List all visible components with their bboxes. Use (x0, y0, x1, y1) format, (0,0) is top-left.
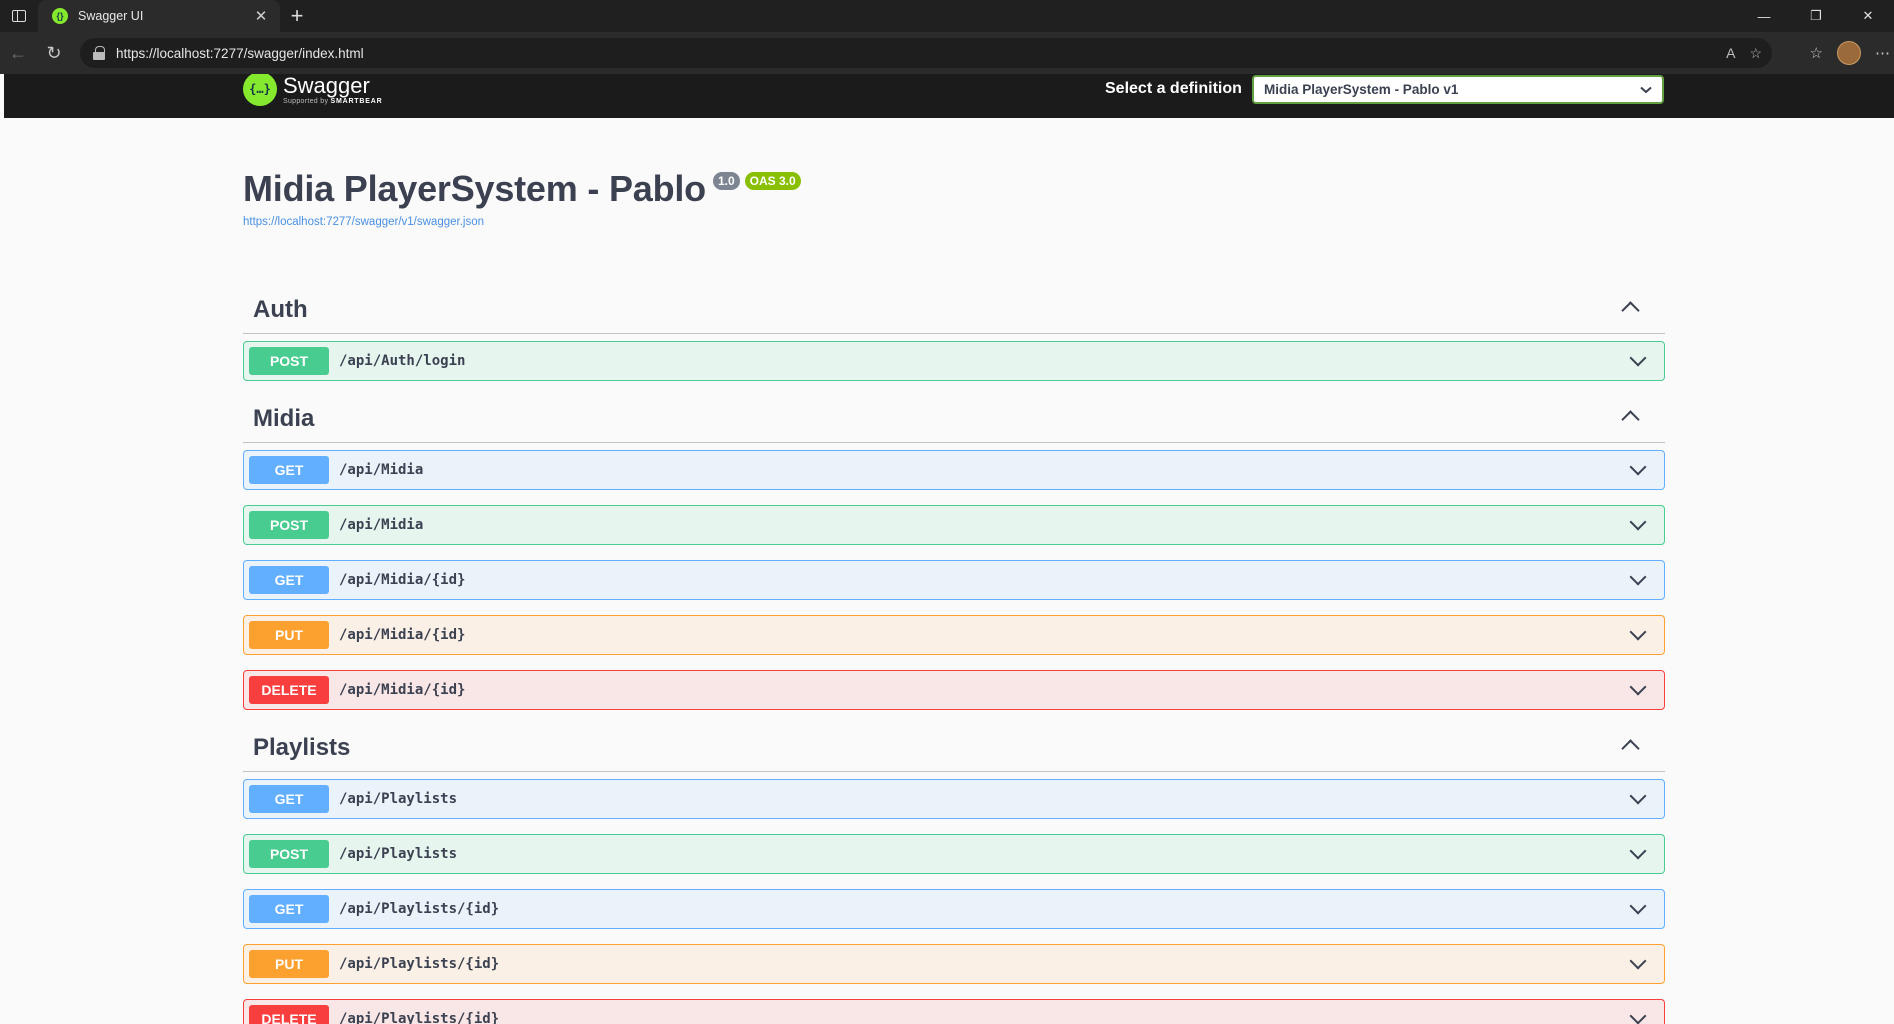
tag-name: Auth (253, 295, 308, 323)
operation-path: /api/Playlists (339, 791, 458, 807)
address-bar[interactable]: https://localhost:7277/swagger/index.htm… (80, 38, 1772, 68)
method-badge: GET (249, 785, 329, 813)
browser-toolbar: ← ↻ https://localhost:7277/swagger/index… (0, 32, 1894, 74)
operation-row[interactable]: POST/api/Auth/login (243, 341, 1665, 381)
tag-name: Playlists (253, 733, 351, 761)
favorite-star-icon[interactable]: ☆ (1749, 45, 1762, 62)
operation-row[interactable]: DELETE/api/Midia/{id} (243, 670, 1665, 710)
method-badge: POST (249, 347, 329, 375)
operation-row[interactable]: GET/api/Midia/{id} (243, 560, 1665, 600)
method-badge: POST (249, 840, 329, 868)
swagger-topbar: {…} Swagger Supported by SMARTBEAR Selec… (4, 74, 1894, 118)
chevron-down-icon[interactable] (1629, 952, 1647, 970)
chevron-down-icon[interactable] (1629, 349, 1647, 367)
read-aloud-icon[interactable]: A (1726, 45, 1735, 61)
chevron-down-icon[interactable] (1629, 513, 1647, 531)
operation-path: /api/Playlists/{id} (339, 1011, 500, 1024)
operations-list: Auth POST/api/Auth/login Midia GET/api/Midi… (243, 286, 1665, 1024)
browser-tabbar: {} Swagger UI ✕ + — ❐ ✕ (0, 0, 1894, 32)
definition-select[interactable]: Midia PlayerSystem - Pablo v1 (1252, 75, 1664, 104)
swagger-favicon-icon: {} (52, 8, 68, 24)
chevron-down-icon[interactable] (1629, 458, 1647, 476)
window-controls: — ❐ ✕ (1738, 0, 1894, 32)
minimize-icon[interactable]: — (1738, 0, 1790, 32)
new-tab-icon[interactable]: + (280, 3, 314, 29)
browser-tab[interactable]: {} Swagger UI ✕ (38, 0, 280, 32)
chevron-down-icon[interactable] (1629, 623, 1647, 641)
tag-header-auth[interactable]: Auth (243, 286, 1665, 334)
logo-word: Swagger (283, 74, 370, 98)
close-window-icon[interactable]: ✕ (1842, 0, 1894, 32)
close-tab-icon[interactable]: ✕ (252, 7, 270, 25)
refresh-icon[interactable]: ↻ (36, 37, 72, 69)
definition-value: Midia PlayerSystem - Pablo v1 (1264, 82, 1459, 97)
operation-path: /api/Auth/login (339, 353, 466, 369)
logo-subtitle: Supported by SMARTBEAR (283, 98, 382, 105)
swagger-logo-icon: {…} (243, 74, 277, 106)
method-badge: PUT (249, 950, 329, 978)
method-badge: DELETE (249, 676, 329, 704)
chevron-down-icon (1640, 86, 1652, 93)
tag-section-playlists: Playlists GET/api/Playlists POST/api/Playl… (243, 724, 1665, 1024)
logo-sub-prefix: Supported by (283, 98, 329, 105)
method-badge: DELETE (249, 1005, 329, 1024)
logo-sub-brand: SMARTBEAR (330, 98, 383, 105)
operation-path: /api/Midia (339, 462, 424, 478)
operation-row[interactable]: GET/api/Playlists/{id} (243, 889, 1665, 929)
swagger-logo[interactable]: {…} Swagger Supported by SMARTBEAR (243, 74, 382, 106)
operation-row[interactable]: DELETE/api/Playlists/{id} (243, 999, 1665, 1024)
chevron-down-icon[interactable] (1629, 678, 1647, 696)
tag-header-midia[interactable]: Midia (243, 395, 1665, 443)
page-title: Midia PlayerSystem - Pablo (243, 168, 706, 209)
version-badge: 1.0 (712, 172, 740, 190)
operation-path: /api/Midia/{id} (339, 572, 466, 588)
chevron-down-icon[interactable] (1629, 1007, 1647, 1024)
operation-row[interactable]: PUT/api/Midia/{id} (243, 615, 1665, 655)
definition-label: Select a definition (1105, 80, 1242, 97)
method-badge: POST (249, 511, 329, 539)
chevron-up-icon[interactable] (1621, 739, 1640, 758)
operation-row[interactable]: GET/api/Midia (243, 450, 1665, 490)
method-badge: GET (249, 456, 329, 484)
operation-path: /api/Playlists/{id} (339, 956, 500, 972)
method-badge: GET (249, 895, 329, 923)
operation-path: /api/Playlists/{id} (339, 901, 500, 917)
chevron-up-icon[interactable] (1621, 301, 1640, 320)
method-badge: GET (249, 566, 329, 594)
tag-header-playlists[interactable]: Playlists (243, 724, 1665, 772)
tab-actions-icon[interactable] (0, 0, 38, 32)
tag-name: Midia (253, 404, 315, 432)
operation-row[interactable]: GET/api/Playlists (243, 779, 1665, 819)
tab-title: Swagger UI (78, 9, 144, 23)
chevron-down-icon[interactable] (1629, 897, 1647, 915)
chevron-down-icon[interactable] (1629, 842, 1647, 860)
url-text[interactable]: https://localhost:7277/swagger/index.htm… (116, 46, 364, 61)
spec-link[interactable]: https://localhost:7277/swagger/v1/swagge… (243, 216, 801, 228)
operation-path: /api/Playlists (339, 846, 458, 862)
operation-row[interactable]: PUT/api/Playlists/{id} (243, 944, 1665, 984)
operation-row[interactable]: POST/api/Midia (243, 505, 1665, 545)
tag-section-auth: Auth POST/api/Auth/login (243, 286, 1665, 381)
operation-path: /api/Midia/{id} (339, 682, 466, 698)
operation-path: /api/Midia/{id} (339, 627, 466, 643)
chevron-up-icon[interactable] (1621, 410, 1640, 429)
method-badge: PUT (249, 621, 329, 649)
back-icon[interactable]: ← (0, 37, 36, 69)
chevron-down-icon[interactable] (1629, 787, 1647, 805)
restore-icon[interactable]: ❐ (1790, 0, 1842, 32)
more-options-icon[interactable]: ⋯ (1875, 44, 1890, 62)
api-info: Midia PlayerSystem - Pablo 1.0 OAS 3.0 h… (243, 168, 801, 228)
operation-path: /api/Midia (339, 517, 424, 533)
favorites-icon[interactable]: ☆ (1810, 44, 1823, 62)
page-viewport: {…} Swagger Supported by SMARTBEAR Selec… (4, 74, 1894, 1024)
lock-icon[interactable] (92, 46, 106, 60)
tag-section-midia: Midia GET/api/Midia POST/api/Midia GET/api/… (243, 395, 1665, 710)
profile-avatar[interactable] (1837, 41, 1861, 65)
chevron-down-icon[interactable] (1629, 568, 1647, 586)
operation-row[interactable]: POST/api/Playlists (243, 834, 1665, 874)
oas-badge: OAS 3.0 (744, 172, 801, 190)
